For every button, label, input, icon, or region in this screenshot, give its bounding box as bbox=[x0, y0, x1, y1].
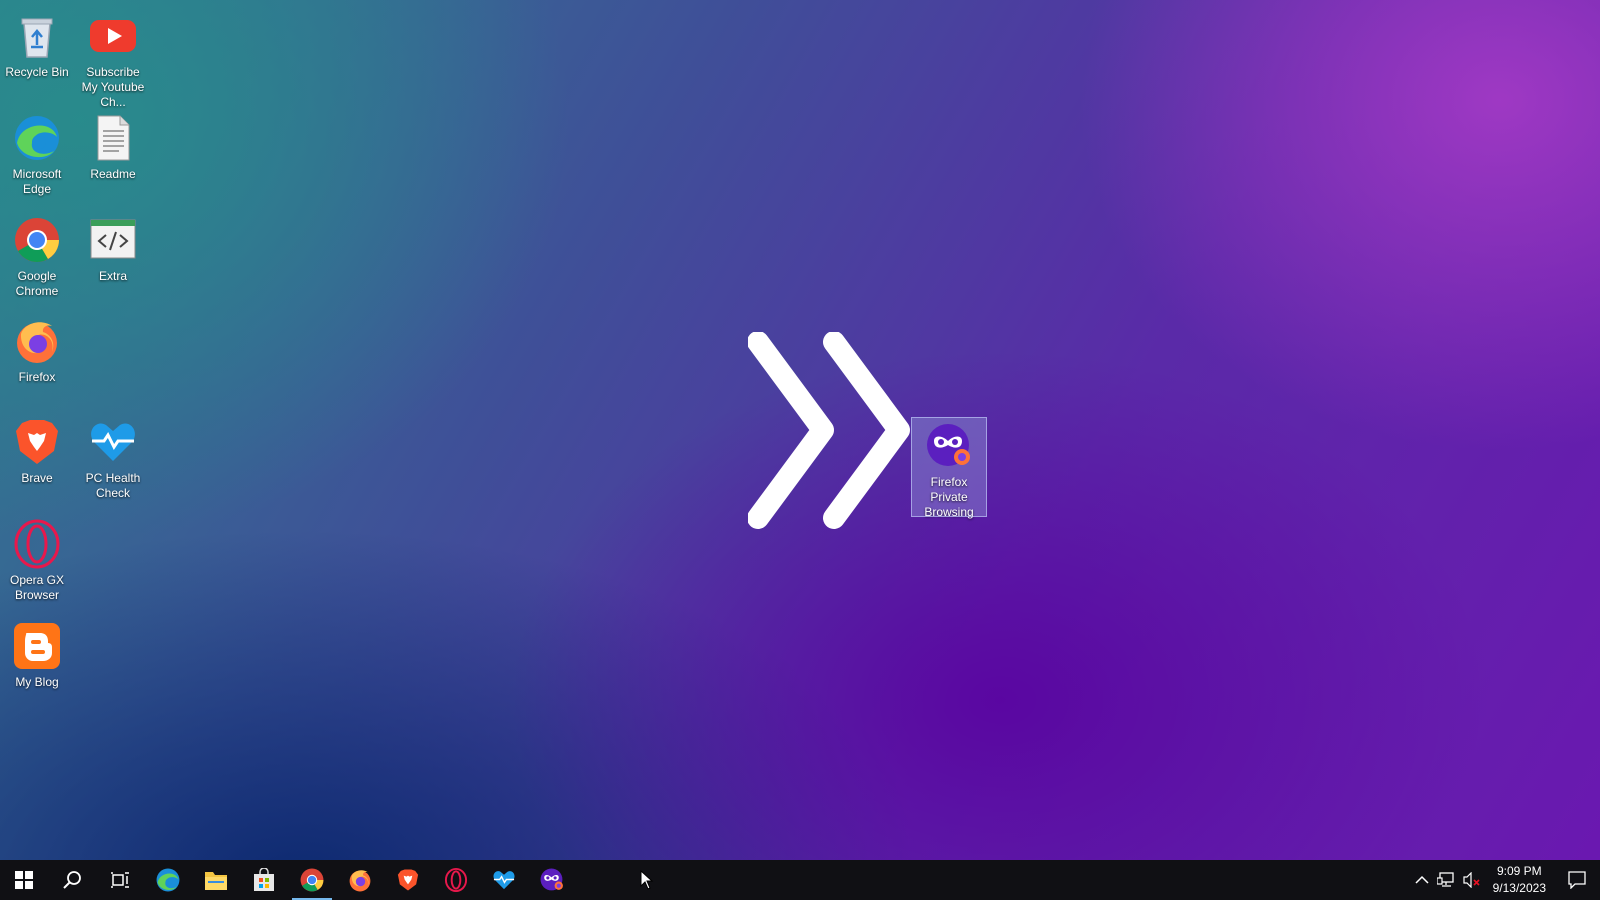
blogger-icon bbox=[12, 621, 62, 671]
windows-start-icon bbox=[15, 871, 33, 889]
desktop-icon-firefox[interactable]: Firefox bbox=[0, 313, 74, 385]
clock-date: 9/13/2023 bbox=[1492, 881, 1546, 895]
show-hidden-icons-button[interactable] bbox=[1411, 860, 1433, 900]
brave-icon bbox=[397, 869, 419, 891]
chrome-icon bbox=[12, 215, 62, 265]
desktop-icon-label: Subscribe My Youtube Ch... bbox=[81, 65, 145, 109]
firefox-icon bbox=[349, 870, 371, 892]
task-view-button[interactable] bbox=[96, 860, 144, 900]
action-center-button[interactable] bbox=[1554, 860, 1600, 900]
store-icon bbox=[254, 868, 274, 891]
volume-button[interactable] bbox=[1459, 860, 1485, 900]
firefox-private-icon bbox=[540, 868, 563, 891]
edge-icon bbox=[156, 868, 180, 892]
desktop-icon-brave[interactable]: Brave bbox=[0, 414, 74, 486]
opera-gx-icon bbox=[12, 519, 62, 569]
double-chevron-right-icon bbox=[747, 331, 928, 532]
taskbar-firefox-private[interactable] bbox=[528, 860, 576, 900]
taskbar-chrome[interactable] bbox=[288, 860, 336, 900]
start-button[interactable] bbox=[0, 860, 48, 900]
taskbar-firefox[interactable] bbox=[336, 860, 384, 900]
taskbar-store[interactable] bbox=[240, 860, 288, 900]
taskbar-pc-health-check[interactable] bbox=[480, 860, 528, 900]
search-button[interactable] bbox=[48, 860, 96, 900]
firefox-icon bbox=[12, 316, 62, 366]
taskbar-file-explorer[interactable] bbox=[192, 860, 240, 900]
desktop-icon-pc-health-check[interactable]: PC Health Check bbox=[76, 414, 150, 501]
desktop-icon-my-blog[interactable]: My Blog bbox=[0, 618, 74, 690]
desktop-icon-label: Brave bbox=[21, 471, 53, 485]
chevron-up-icon bbox=[1415, 875, 1429, 884]
pc-health-check-icon bbox=[493, 871, 515, 890]
brave-icon bbox=[12, 417, 62, 467]
desktop-icon-label: Opera GX Browser bbox=[9, 573, 65, 602]
desktop-icon-label: Google Chrome bbox=[15, 269, 59, 298]
desktop-icon-edge[interactable]: Microsoft Edge bbox=[0, 110, 74, 197]
desktop-icon-recycle-bin[interactable]: Recycle Bin bbox=[0, 8, 74, 80]
desktop-icon-readme[interactable]: Readme bbox=[76, 110, 150, 182]
desktop-icon-label: PC Health Check bbox=[85, 471, 141, 500]
desktop-icon-chrome[interactable]: Google Chrome bbox=[0, 212, 74, 299]
desktop-icon-firefox-private-browsing[interactable]: Firefox Private Browsing bbox=[911, 417, 987, 519]
task-view-icon bbox=[111, 872, 129, 888]
pc-health-check-icon bbox=[88, 417, 138, 467]
mouse-cursor-icon bbox=[640, 869, 654, 890]
opera-gx-icon bbox=[444, 868, 468, 892]
search-icon bbox=[63, 871, 81, 889]
taskbar-opera-gx[interactable] bbox=[432, 860, 480, 900]
desktop-icon-label: Microsoft Edge bbox=[12, 167, 62, 196]
recycle-bin-icon bbox=[12, 11, 62, 61]
desktop[interactable]: Recycle Bin Subscribe My Youtube Ch... M… bbox=[0, 0, 1600, 860]
desktop-icon-label: Firefox Private Browsing bbox=[924, 475, 974, 519]
system-tray: 9:09 PM 9/13/2023 bbox=[1411, 860, 1600, 900]
code-file-icon bbox=[88, 215, 138, 265]
firefox-private-icon bbox=[924, 421, 974, 471]
volume-muted-icon bbox=[1463, 872, 1480, 888]
desktop-icon-label: Readme bbox=[90, 167, 136, 181]
clock-time: 9:09 PM bbox=[1496, 864, 1542, 878]
network-icon bbox=[1436, 872, 1454, 887]
youtube-icon bbox=[88, 11, 138, 61]
desktop-icon-label: Firefox bbox=[18, 370, 56, 384]
edge-icon bbox=[12, 113, 62, 163]
desktop-icon-youtube[interactable]: Subscribe My Youtube Ch... bbox=[76, 8, 150, 110]
notification-icon bbox=[1568, 871, 1586, 889]
document-icon bbox=[88, 113, 138, 163]
desktop-icon-label: Recycle Bin bbox=[5, 65, 69, 79]
network-button[interactable] bbox=[1433, 860, 1459, 900]
taskbar-brave[interactable] bbox=[384, 860, 432, 900]
desktop-icon-label: Extra bbox=[98, 269, 127, 283]
taskbar-edge[interactable] bbox=[144, 860, 192, 900]
desktop-icon-label: My Blog bbox=[15, 675, 59, 689]
folder-icon bbox=[205, 872, 227, 890]
clock[interactable]: 9:09 PM 9/13/2023 bbox=[1485, 860, 1554, 900]
desktop-icon-extra[interactable]: Extra bbox=[76, 212, 150, 284]
chrome-icon bbox=[300, 868, 324, 892]
taskbar: 9:09 PM 9/13/2023 bbox=[0, 860, 1600, 900]
desktop-icon-opera-gx[interactable]: Opera GX Browser bbox=[0, 516, 74, 603]
